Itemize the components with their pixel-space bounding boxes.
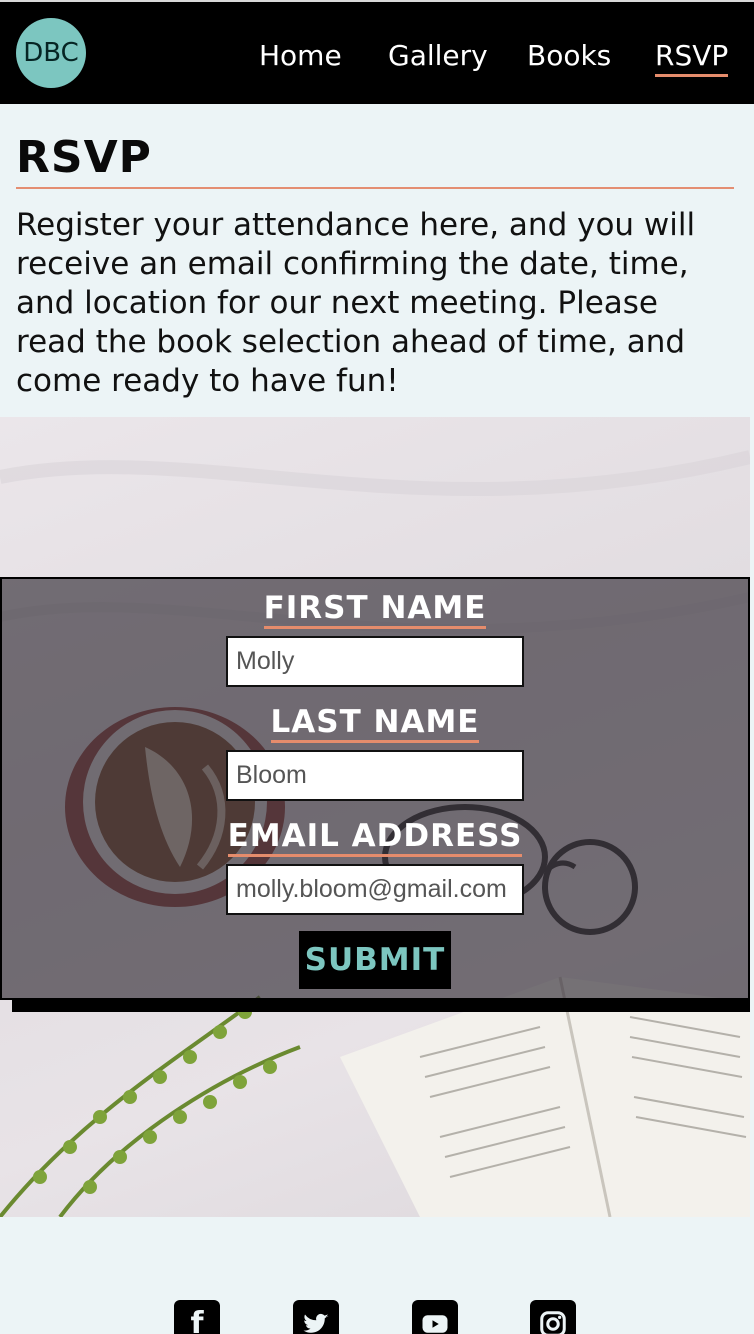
- youtube-play-glyph: [422, 1315, 448, 1333]
- form-shadow: [12, 1000, 750, 1012]
- last-name-label: LAST NAME: [0, 704, 750, 743]
- facebook-icon[interactable]: f: [174, 1300, 220, 1334]
- first-name-label: FIRST NAME: [0, 590, 750, 629]
- first-name-input[interactable]: Molly: [226, 636, 524, 687]
- intro-paragraph: Register your attendance here, and you w…: [16, 207, 696, 399]
- first-name-label-text: FIRST NAME: [263, 590, 487, 629]
- twitter-bird-glyph: [303, 1313, 329, 1333]
- email-placeholder: molly.bloom@gmail.com: [236, 875, 507, 903]
- nav-gallery-link[interactable]: Gallery: [388, 38, 488, 74]
- nav-books-link[interactable]: Books: [527, 38, 611, 74]
- email-input[interactable]: molly.bloom@gmail.com: [226, 864, 524, 915]
- title-divider: [16, 187, 734, 189]
- page-title: RSVP: [16, 132, 152, 183]
- nav-rsvp-link[interactable]: RSVP: [655, 38, 729, 77]
- youtube-icon[interactable]: [412, 1300, 458, 1334]
- email-label-text: EMAIL ADDRESS: [227, 818, 523, 857]
- first-name-placeholder: Molly: [236, 647, 295, 675]
- last-name-placeholder: Bloom: [236, 761, 307, 789]
- nav-home-link[interactable]: Home: [259, 38, 342, 74]
- instagram-camera-glyph: [540, 1311, 566, 1334]
- twitter-icon[interactable]: [293, 1300, 339, 1334]
- instagram-icon[interactable]: [530, 1300, 576, 1334]
- top-navigation-bar: DBC Home Gallery Books RSVP: [0, 0, 754, 104]
- site-logo[interactable]: DBC: [16, 18, 86, 88]
- submit-button[interactable]: SUBMIT: [299, 931, 451, 989]
- last-name-label-text: LAST NAME: [270, 704, 480, 743]
- email-label: EMAIL ADDRESS: [0, 818, 750, 857]
- last-name-input[interactable]: Bloom: [226, 750, 524, 801]
